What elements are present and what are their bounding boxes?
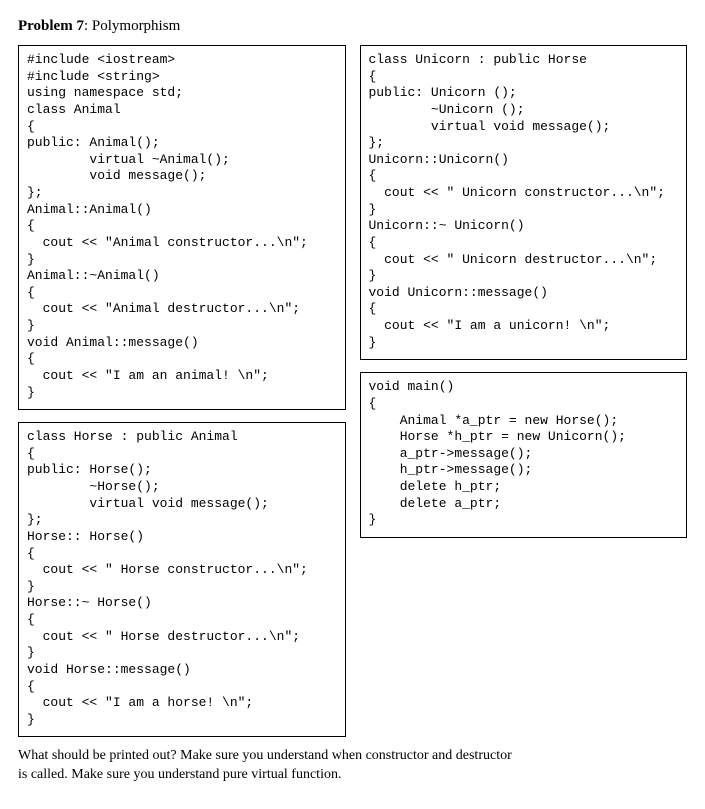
problem-number: Problem 7 xyxy=(18,18,84,34)
code-columns: #include <iostream> #include <string> us… xyxy=(18,45,687,737)
problem-title: Problem 7: Polymorphism xyxy=(18,18,687,35)
code-horse: class Horse : public Animal { public: Ho… xyxy=(18,422,346,737)
question-line-1: What should be printed out? Make sure yo… xyxy=(18,748,512,763)
right-column: class Unicorn : public Horse { public: U… xyxy=(360,45,688,538)
problem-subject: : Polymorphism xyxy=(84,18,180,34)
question-line-2: is called. Make sure you understand pure… xyxy=(18,767,341,782)
code-animal: #include <iostream> #include <string> us… xyxy=(18,45,346,410)
question-text: What should be printed out? Make sure yo… xyxy=(18,747,578,785)
code-unicorn: class Unicorn : public Horse { public: U… xyxy=(360,45,688,360)
code-main: void main() { Animal *a_ptr = new Horse(… xyxy=(360,372,688,538)
left-column: #include <iostream> #include <string> us… xyxy=(18,45,346,737)
